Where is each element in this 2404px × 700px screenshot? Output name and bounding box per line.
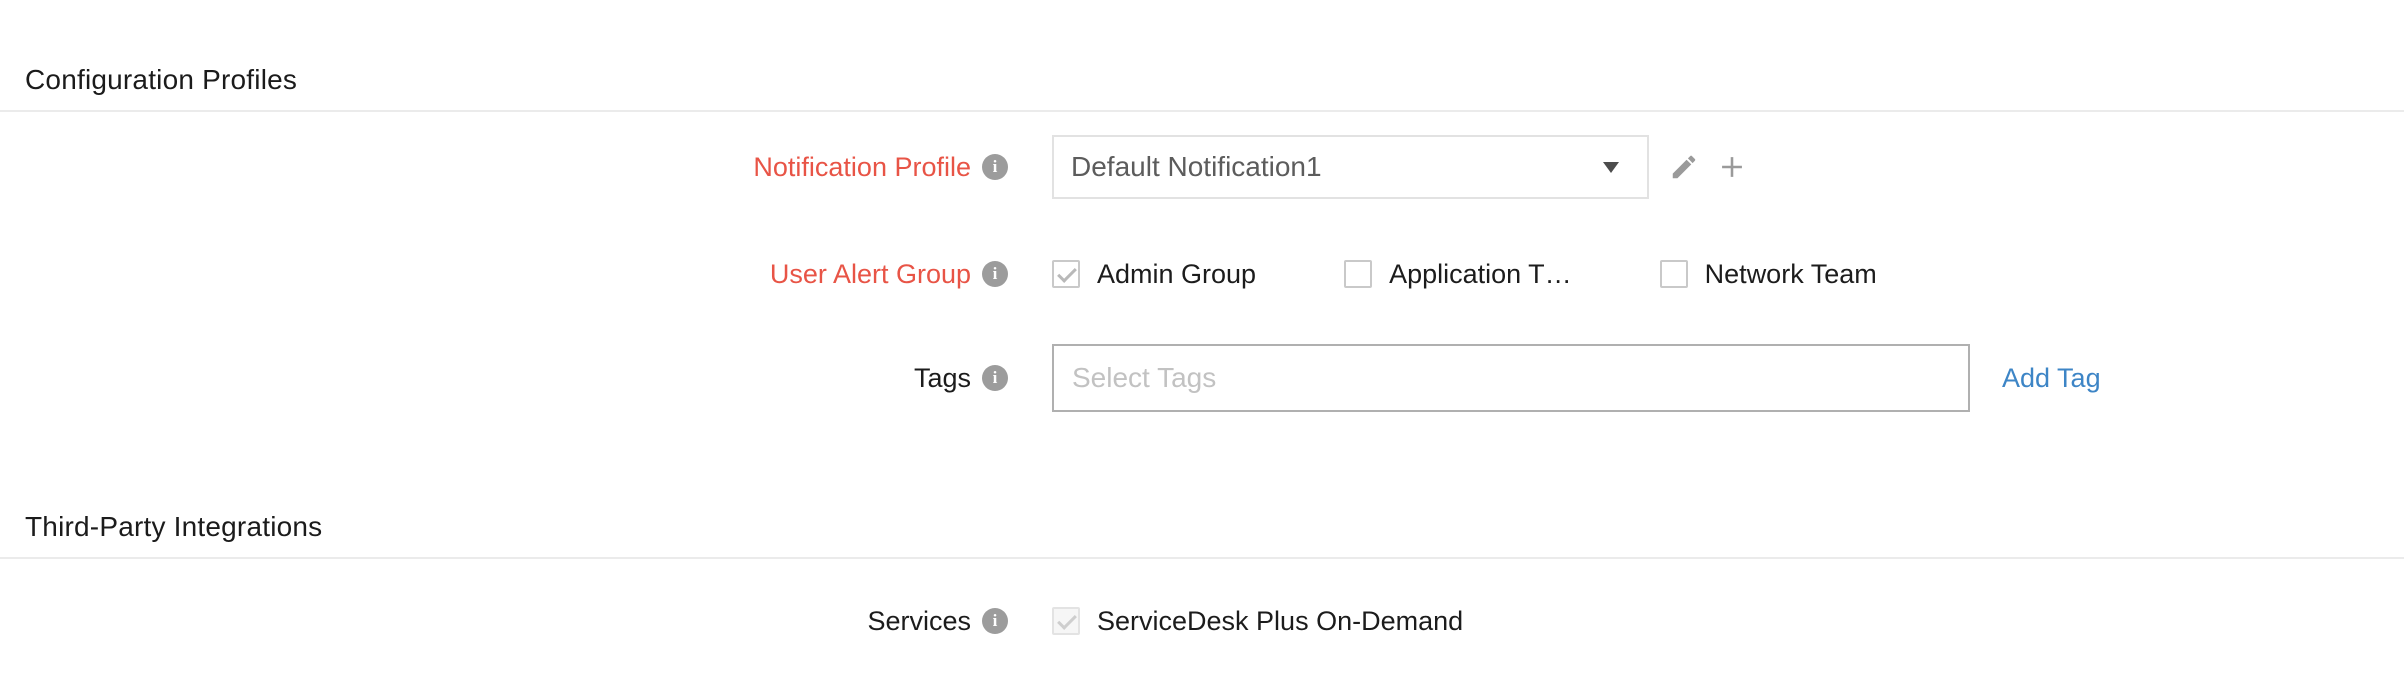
notification-profile-dropdown[interactable]: Default Notification1	[1052, 135, 1649, 199]
tags-row: Tags i Add Tag	[0, 343, 2404, 413]
services-field-col: ServiceDesk Plus On-Demand	[1052, 606, 2404, 637]
checkbox-admin-group[interactable]	[1052, 260, 1080, 288]
tags-label-col: Tags i	[0, 363, 1008, 394]
user-alert-group-label: User Alert Group	[770, 259, 971, 290]
tags-input[interactable]	[1052, 344, 1970, 412]
section-title-configuration-profiles: Configuration Profiles	[0, 64, 2404, 112]
user-alert-group-options: Admin Group Application T… Network Team	[1052, 259, 1877, 290]
pencil-icon[interactable]	[1669, 152, 1699, 182]
user-alert-group-field-col: Admin Group Application T… Network Team	[1052, 259, 2404, 290]
notification-profile-selected-value: Default Notification1	[1071, 151, 1322, 183]
checkbox-label: Network Team	[1705, 259, 1877, 290]
checkbox-servicedesk	[1052, 607, 1080, 635]
notification-profile-label-col: Notification Profile i	[0, 152, 1008, 183]
checkbox-item-network-team[interactable]: Network Team	[1660, 259, 1877, 290]
plus-icon[interactable]	[1715, 150, 1749, 184]
checkbox-label: ServiceDesk Plus On-Demand	[1097, 606, 1463, 637]
notification-profile-field-col: Default Notification1	[1052, 135, 2404, 199]
checkbox-item-servicedesk: ServiceDesk Plus On-Demand	[1052, 606, 1463, 637]
services-row: Services i ServiceDesk Plus On-Demand	[0, 599, 2404, 643]
info-icon[interactable]: i	[982, 261, 1008, 287]
notification-profile-label: Notification Profile	[753, 152, 971, 183]
add-tag-link[interactable]: Add Tag	[2002, 363, 2101, 394]
checkbox-network-team[interactable]	[1660, 260, 1688, 288]
checkbox-item-admin-group[interactable]: Admin Group	[1052, 259, 1256, 290]
section-title-third-party-integrations: Third-Party Integrations	[0, 511, 2404, 559]
user-alert-group-label-col: User Alert Group i	[0, 259, 1008, 290]
notification-profile-actions	[1669, 150, 1749, 184]
info-icon[interactable]: i	[982, 365, 1008, 391]
services-label-col: Services i	[0, 606, 1008, 637]
tags-label: Tags	[914, 363, 971, 394]
info-icon[interactable]: i	[982, 154, 1008, 180]
checkbox-label: Admin Group	[1097, 259, 1256, 290]
tags-field-col: Add Tag	[1052, 344, 2404, 412]
notification-profile-row: Notification Profile i Default Notificat…	[0, 134, 2404, 200]
caret-down-icon	[1603, 162, 1619, 173]
checkbox-item-application-team[interactable]: Application T…	[1344, 259, 1572, 290]
configuration-profiles-page: Configuration Profiles Notification Prof…	[0, 64, 2404, 643]
checkbox-label: Application T…	[1389, 259, 1572, 290]
checkbox-application-team[interactable]	[1344, 260, 1372, 288]
services-label: Services	[867, 606, 971, 637]
info-icon[interactable]: i	[982, 608, 1008, 634]
user-alert-group-row: User Alert Group i Admin Group Applicati…	[0, 252, 2404, 296]
